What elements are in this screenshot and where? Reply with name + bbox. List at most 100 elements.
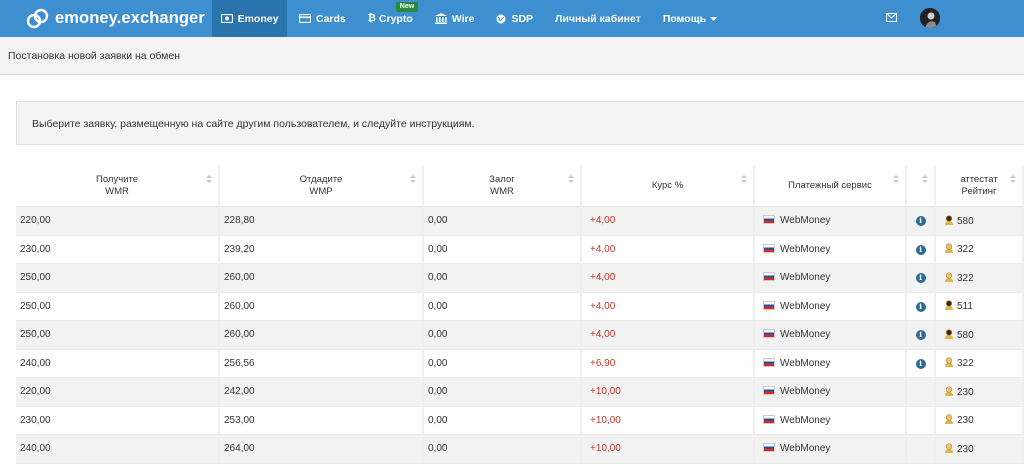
nav-item-label: SDP [511, 12, 534, 25]
cell-deposit: 0,00 [424, 406, 582, 435]
cell-give: 260,00 [220, 264, 424, 293]
caret-down-icon [710, 16, 718, 21]
info-icon[interactable]: i [915, 244, 926, 255]
cell-rate: +4,00 [582, 235, 755, 264]
offers-table: Получите WMR Отдадите WMP Залог WMR Курс… [16, 166, 1024, 464]
cell-receive: 250,00 [16, 292, 220, 321]
table-row[interactable]: 250,00 260,00 0,00 +4,00 WebMoney i 580 [16, 321, 1024, 350]
cell-value: 0,00 [428, 329, 448, 341]
cell-service: WebMoney [755, 321, 907, 350]
col-header-deposit[interactable]: Залог WMR [424, 166, 582, 207]
header-line1: Отдадите [299, 174, 343, 185]
nav-item-cards[interactable]: Cards [299, 0, 346, 37]
cell-value: 260,00 [224, 272, 255, 284]
bitcoin-icon: ₿ [367, 13, 376, 24]
cell-value: 0,00 [428, 357, 448, 369]
envelope-icon[interactable] [885, 12, 898, 25]
info-icon[interactable]: i [915, 301, 926, 312]
table-row[interactable]: 250,00 260,00 0,00 +4,00 WebMoney i 511 [16, 292, 1024, 321]
certificate-icon [944, 215, 957, 227]
cell-receive: 240,00 [16, 349, 220, 378]
nav-item-emoney[interactable]: Emoney [212, 0, 287, 37]
service-name: WebMoney [780, 443, 831, 455]
nav-item-cabinet[interactable]: Личный кабинет [555, 0, 641, 37]
brand-logo-link[interactable]: emoney.exchanger [0, 0, 212, 37]
cell-service: WebMoney [755, 292, 907, 321]
cell-value: 260,00 [224, 329, 255, 341]
info-icon[interactable]: i [915, 273, 926, 284]
col-header-rate[interactable]: Курс % [582, 166, 755, 207]
nav-item-wire[interactable]: Wire [434, 0, 474, 37]
cell-value: +4,00 [590, 329, 616, 341]
col-header-info[interactable] [907, 166, 936, 207]
cell-deposit: 0,00 [424, 292, 582, 321]
rating-value: 322 [957, 244, 974, 256]
nav-item-label: Помощь [662, 12, 707, 25]
cell-rate: +4,00 [582, 292, 755, 321]
cell-receive: 230,00 [16, 235, 220, 264]
col-header-service[interactable]: Платежный сервис [755, 166, 907, 207]
nav-item-help[interactable]: Помощь [662, 0, 718, 37]
cell-value: 0,00 [428, 272, 448, 284]
cell-give: 242,00 [220, 378, 424, 407]
russia-flag-icon [763, 300, 775, 310]
cell-deposit: 0,00 [424, 435, 582, 464]
service-name: WebMoney [780, 243, 831, 255]
col-header-give[interactable]: Отдадите WMP [220, 166, 424, 207]
header-line2: WMP [309, 186, 333, 197]
cell-receive: 240,00 [16, 435, 220, 464]
cell-give: 253,00 [220, 406, 424, 435]
cell-receive: 220,00 [16, 207, 220, 236]
cell-give: 256,56 [220, 349, 424, 378]
certificate-icon [944, 272, 957, 284]
col-header-rating[interactable]: аттестат Рейтинг [936, 166, 1024, 207]
cell-value: +4,00 [590, 300, 616, 312]
alert-text: Выберите заявку, размещенную на сайте др… [32, 118, 475, 130]
info-icon[interactable]: i [915, 330, 926, 341]
col-header-receive[interactable]: Получите WMR [16, 166, 220, 207]
cell-service: WebMoney [755, 207, 907, 236]
info-icon[interactable]: i [915, 358, 926, 369]
certificate-icon [944, 414, 957, 426]
cell-value: 0,00 [428, 443, 448, 455]
link-chain-icon [26, 8, 49, 28]
info-icon[interactable]: i [915, 216, 926, 227]
cell-info: i [907, 264, 936, 293]
cell-value: +4,00 [590, 272, 616, 284]
cell-deposit: 0,00 [424, 349, 582, 378]
cell-rating: 580 [936, 321, 1024, 350]
cell-rating: 322 [936, 264, 1024, 293]
table-header-row: Получите WMR Отдадите WMP Залог WMR Курс… [16, 166, 1024, 207]
user-avatar-icon[interactable] [920, 8, 940, 28]
russia-flag-icon [763, 243, 775, 253]
cell-value: 0,00 [428, 300, 448, 312]
nav-item-crypto[interactable]: New ₿ Crypto [367, 0, 419, 37]
cell-service: WebMoney [755, 235, 907, 264]
cell-service: WebMoney [755, 378, 907, 407]
cell-service: WebMoney [755, 264, 907, 293]
nav-item-sdp[interactable]: SDP [496, 0, 533, 37]
table-row[interactable]: 230,00 253,00 0,00 +10,00 WebMoney 230 [16, 406, 1024, 435]
cell-info [907, 406, 936, 435]
table-row[interactable]: 240,00 264,00 0,00 +10,00 WebMoney 230 [16, 435, 1024, 464]
cell-info: i [907, 292, 936, 321]
cell-value: 0,00 [428, 414, 448, 426]
table-row[interactable]: 240,00 256,56 0,00 +6,90 WebMoney i 322 [16, 349, 1024, 378]
info-alert: Выберите заявку, размещенную на сайте др… [16, 101, 1024, 145]
top-navbar: emoney.exchanger Emoney Cards New ₿ Cryp… [0, 0, 1024, 37]
rating-value: 230 [957, 386, 974, 398]
cell-deposit: 0,00 [424, 264, 582, 293]
table-row[interactable]: 220,00 228,80 0,00 +4,00 WebMoney i 580 [16, 207, 1024, 236]
table-row[interactable]: 250,00 260,00 0,00 +4,00 WebMoney i 322 [16, 264, 1024, 293]
cell-rate: +10,00 [582, 435, 755, 464]
cell-give: 260,00 [220, 321, 424, 350]
cell-deposit: 0,00 [424, 207, 582, 236]
table-row[interactable]: 220,00 242,00 0,00 +10,00 WebMoney 230 [16, 378, 1024, 407]
rating-value: 322 [957, 358, 974, 370]
cell-rate: +4,00 [582, 207, 755, 236]
table-row[interactable]: 230,00 239,20 0,00 +4,00 WebMoney i 322 [16, 235, 1024, 264]
cell-value: +4,00 [590, 243, 616, 255]
rating-value: 230 [957, 443, 974, 455]
cell-value: 253,00 [224, 414, 255, 426]
cell-rating: 230 [936, 406, 1024, 435]
